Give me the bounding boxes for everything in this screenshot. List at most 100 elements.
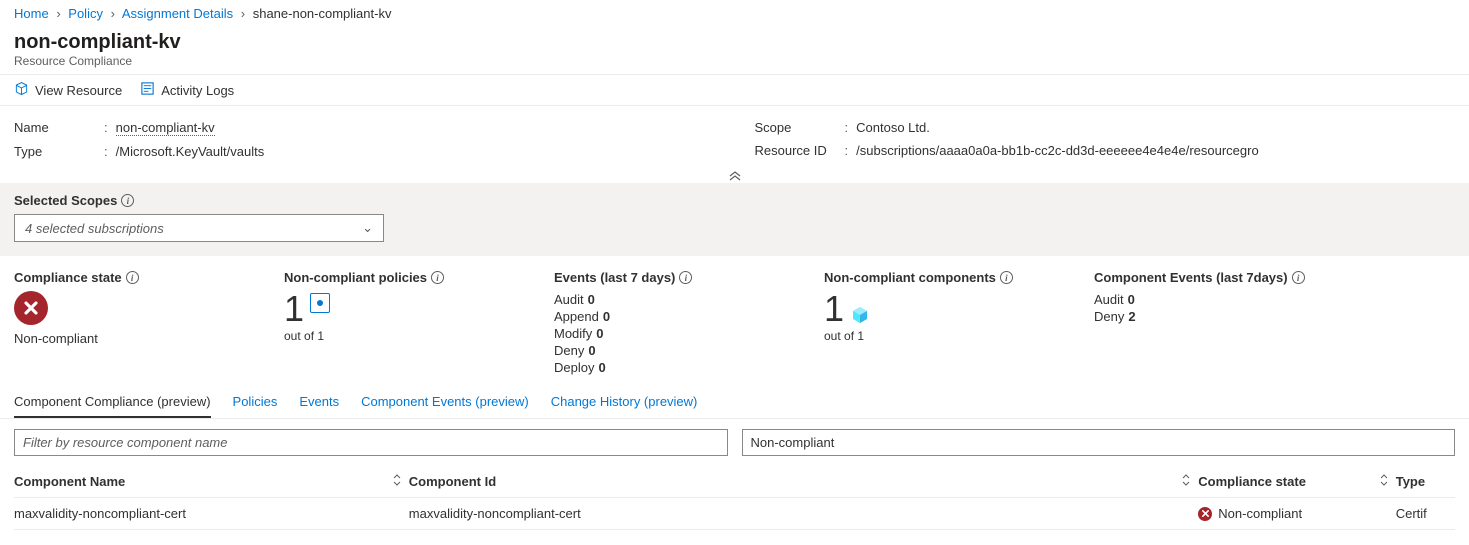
prop-name-label: Name: [14, 120, 104, 135]
sort-icon[interactable]: [391, 474, 403, 489]
table-header-row: Component Name Component Id Compliance s…: [14, 466, 1455, 498]
page-title: non-compliant-kv: [14, 31, 1455, 54]
event-value: 2: [1128, 309, 1135, 324]
event-label: Append: [554, 309, 599, 324]
view-resource-button[interactable]: View Resource: [14, 81, 122, 99]
properties: Name : non-compliant-kv Type : /Microsof…: [0, 106, 1469, 169]
filter-name-input[interactable]: [14, 429, 728, 456]
noncompliant-components-outof: out of 1: [824, 329, 1084, 343]
compliance-state-title: Compliance state: [14, 270, 122, 285]
prop-resid-value: /subscriptions/aaaa0a0a-bb1b-cc2c-dd3d-e…: [856, 143, 1259, 158]
state-text: Non-compliant: [1218, 506, 1302, 521]
tabs: Component Compliance (preview) Policies …: [0, 386, 1469, 419]
event-row: Audit 0: [554, 291, 814, 308]
scopes-dropdown-value: 4 selected subscriptions: [25, 221, 164, 236]
components-table: Component Name Component Id Compliance s…: [0, 466, 1469, 530]
page-subtitle: Resource Compliance: [0, 54, 1469, 74]
component-cube-icon: [850, 295, 870, 315]
prop-type-label: Type: [14, 144, 104, 159]
sort-icon[interactable]: [1378, 474, 1390, 489]
error-circle-icon: [14, 291, 48, 325]
noncompliant-policies-block: Non-compliant policies i 1 out of 1: [284, 270, 544, 376]
col-header-id[interactable]: Component Id: [409, 474, 496, 489]
cell-component-name: maxvalidity-noncompliant-cert: [14, 498, 409, 529]
col-header-type[interactable]: Type: [1396, 474, 1425, 489]
compliance-state-value: Non-compliant: [14, 331, 274, 346]
noncompliant-components-count: 1: [824, 291, 844, 327]
cell-type: Certif: [1396, 498, 1455, 529]
event-row: Deploy0: [554, 359, 814, 376]
prop-resid-label: Resource ID: [755, 143, 845, 158]
event-label: Audit: [554, 292, 584, 307]
filter-state-select[interactable]: Non-compliant: [742, 429, 1456, 456]
info-icon[interactable]: i: [1292, 271, 1305, 284]
breadcrumb-sep: ›: [241, 6, 245, 21]
events-block: Events (last 7 days) i Audit0Append0Modi…: [554, 270, 814, 376]
prop-name-value[interactable]: non-compliant-kv: [116, 120, 215, 136]
prop-type-value: /Microsoft.KeyVault/vaults: [116, 144, 265, 159]
collapse-toggle[interactable]: [0, 169, 1469, 183]
breadcrumb-policy[interactable]: Policy: [68, 6, 103, 21]
event-value: 0: [588, 343, 595, 358]
tab-policies[interactable]: Policies: [233, 386, 278, 418]
event-label: Modify: [554, 326, 592, 341]
page-title-block: non-compliant-kv: [0, 27, 1469, 54]
filter-state-value: Non-compliant: [751, 435, 835, 450]
prop-name: Name : non-compliant-kv: [14, 116, 715, 140]
view-resource-label: View Resource: [35, 83, 122, 98]
noncompliant-components-title: Non-compliant components: [824, 270, 996, 285]
sort-icon[interactable]: [1180, 474, 1192, 489]
event-row: Append 0: [554, 308, 814, 325]
activity-logs-button[interactable]: Activity Logs: [140, 81, 234, 99]
col-header-name[interactable]: Component Name: [14, 474, 125, 489]
prop-scope: Scope : Contoso Ltd.: [755, 116, 1456, 139]
cube-icon: [14, 81, 29, 99]
component-events-title: Component Events (last 7days): [1094, 270, 1288, 285]
info-icon[interactable]: i: [126, 271, 139, 284]
breadcrumb-assignment[interactable]: Assignment Details: [122, 6, 233, 21]
prop-scope-value: Contoso Ltd.: [856, 120, 930, 135]
breadcrumb-current: shane-non-compliant-kv: [253, 6, 392, 21]
breadcrumb-home[interactable]: Home: [14, 6, 49, 21]
event-value: 0: [588, 292, 595, 307]
filters: Non-compliant: [0, 419, 1469, 466]
breadcrumb-sep: ›: [56, 6, 60, 21]
policy-icon: [310, 293, 330, 313]
event-row: Deny0: [554, 342, 814, 359]
info-icon[interactable]: i: [121, 194, 134, 207]
event-value: 0: [1128, 292, 1135, 307]
component-event-row: Audit 0: [1094, 291, 1455, 308]
table-row[interactable]: maxvalidity-noncompliant-certmaxvalidity…: [14, 498, 1455, 530]
compliance-state-block: Compliance state i Non-compliant: [14, 270, 274, 376]
chevron-down-icon: ⌄: [362, 220, 373, 236]
tab-component-compliance[interactable]: Component Compliance (preview): [14, 386, 211, 418]
cell-component-id: maxvalidity-noncompliant-cert: [409, 498, 1199, 529]
col-header-state[interactable]: Compliance state: [1198, 474, 1306, 489]
event-label: Deny: [1094, 309, 1124, 324]
tab-component-events[interactable]: Component Events (preview): [361, 386, 529, 418]
noncompliant-policies-title: Non-compliant policies: [284, 270, 427, 285]
event-row: Modify 0: [554, 325, 814, 342]
tab-change-history[interactable]: Change History (preview): [551, 386, 698, 418]
toolbar: View Resource Activity Logs: [0, 75, 1469, 105]
prop-scope-label: Scope: [755, 120, 845, 135]
prop-resource-id: Resource ID : /subscriptions/aaaa0a0a-bb…: [755, 139, 1456, 162]
info-icon[interactable]: i: [679, 271, 692, 284]
selected-scopes-panel: Selected Scopes i 4 selected subscriptio…: [0, 183, 1469, 256]
cell-compliance-state: Non-compliant: [1198, 498, 1395, 529]
scopes-dropdown[interactable]: 4 selected subscriptions ⌄: [14, 214, 384, 242]
component-event-row: Deny 2: [1094, 308, 1455, 325]
event-value: 0: [596, 326, 603, 341]
tab-events[interactable]: Events: [299, 386, 339, 418]
breadcrumb: Home › Policy › Assignment Details › sha…: [0, 0, 1469, 27]
selected-scopes-title: Selected Scopes i: [14, 193, 1455, 208]
noncompliant-components-block: Non-compliant components i 1 out of 1: [824, 270, 1084, 376]
event-label: Audit: [1094, 292, 1124, 307]
noncompliant-policies-outof: out of 1: [284, 329, 544, 343]
component-events-block: Component Events (last 7days) i Audit0De…: [1094, 270, 1455, 376]
error-icon: [1198, 507, 1212, 521]
event-value: 0: [603, 309, 610, 324]
breadcrumb-sep: ›: [111, 6, 115, 21]
info-icon[interactable]: i: [1000, 271, 1013, 284]
info-icon[interactable]: i: [431, 271, 444, 284]
